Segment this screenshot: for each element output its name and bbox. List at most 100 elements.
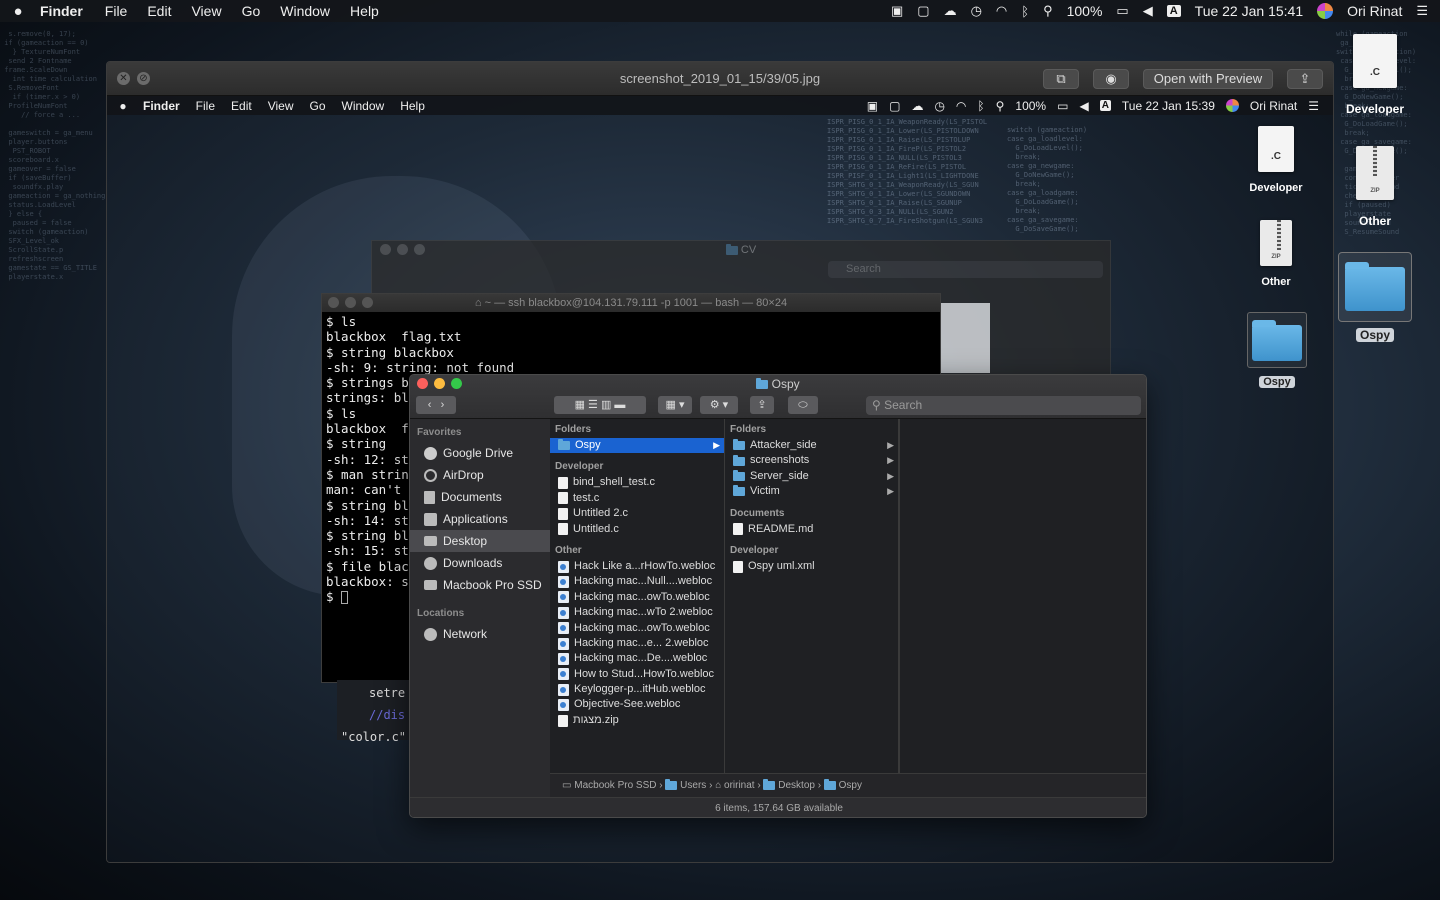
- list-item: Untitled 2.c: [550, 506, 724, 521]
- finder-window: Ospy ‹ › ▦ ☰ ▥ ▬ ▦ ▾ ⚙ ▾ ⇪ ⬭ ⚲ Search Fa…: [409, 374, 1147, 818]
- group-by-icon: ▦ ▾: [658, 396, 692, 414]
- c-file-icon: .C: [1353, 34, 1397, 88]
- search-icon[interactable]: ⚲: [1043, 3, 1053, 19]
- screen-icon[interactable]: ▢: [917, 3, 929, 19]
- chevron-right-icon: ▶: [887, 455, 894, 466]
- network-globe-icon: [424, 627, 437, 641]
- list-item: README.md: [725, 522, 898, 537]
- finder-toolbar: Ospy ‹ › ▦ ☰ ▥ ▬ ▦ ▾ ⚙ ▾ ⇪ ⬭ ⚲ Search: [410, 375, 1146, 419]
- list-item: Victim ▶: [725, 484, 898, 499]
- inner-menu-window: Window: [341, 98, 385, 113]
- documents-icon: [424, 490, 435, 504]
- screenshot-image: ISPR_PISG_0_1_IA_WeaponReady(LS_PISTOL I…: [107, 96, 1333, 862]
- list-item: Hacking mac...Null....webloc: [550, 574, 724, 589]
- webloc-icon: [558, 560, 569, 573]
- column-header-folders: Folders: [730, 424, 767, 435]
- share-icon[interactable]: ⇪: [1287, 69, 1323, 89]
- c-file-icon: [558, 523, 568, 536]
- menu-window[interactable]: Window: [280, 3, 330, 19]
- home-icon: ⌂: [715, 780, 725, 791]
- webloc-icon: [558, 606, 569, 619]
- xml-file-icon: [733, 560, 743, 573]
- sidebar-item-applications: Applications: [410, 508, 550, 530]
- column-header-other: Other: [555, 544, 582, 556]
- downloads-icon: [424, 556, 437, 570]
- list-item: Hacking mac...owTo.webloc: [550, 590, 724, 605]
- path-segment: oririnat: [724, 780, 755, 791]
- finder-column-ospy-parent: Folders Ospy ▶ Developer bind_shell_test.…: [550, 419, 725, 773]
- user-avatar-icon[interactable]: [1317, 3, 1334, 19]
- path-segment: Desktop: [778, 780, 815, 791]
- menu-go[interactable]: Go: [242, 3, 261, 19]
- preview-window: ✕ ⊘ screenshot_2019_01_15/39/05.jpg ⧉ ◉ …: [106, 61, 1334, 863]
- list-item: screenshots ▶: [725, 453, 898, 468]
- share-screen-icon[interactable]: ⧉: [1043, 69, 1079, 89]
- webloc-icon: [558, 637, 569, 650]
- input-source-indicator[interactable]: A: [1166, 5, 1181, 17]
- notification-icon[interactable]: ▣: [891, 3, 903, 19]
- battery-percent[interactable]: 100%: [1067, 3, 1103, 19]
- menu-edit[interactable]: Edit: [147, 3, 171, 19]
- menu-clock[interactable]: Tue 22 Jan 15:41: [1195, 3, 1303, 19]
- terminal-line: blackbox flag.txt: [326, 329, 462, 345]
- wifi-icon[interactable]: ◠: [996, 3, 1007, 19]
- list-item: Hack Like a...rHowTo.webloc: [550, 559, 724, 574]
- terminal-cursor: [341, 591, 349, 605]
- notification-center-icon[interactable]: ☰: [1416, 3, 1428, 19]
- c-file-icon: [558, 492, 568, 505]
- inner-desktop-icon-developer: .C Developer: [1241, 126, 1311, 194]
- c-file-icon: [558, 477, 568, 490]
- sidebar-header-locations: Locations: [417, 608, 465, 619]
- inner-menu-help: Help: [400, 98, 425, 113]
- airdrop-icon: [424, 468, 437, 482]
- apple-menu-icon[interactable]: ●: [0, 3, 36, 20]
- cloud-upload-icon[interactable]: ☁: [944, 3, 957, 19]
- applications-icon: [424, 512, 437, 526]
- webloc-icon: [558, 652, 569, 665]
- desktop-icon-developer[interactable]: .C Developer: [1340, 34, 1410, 116]
- inner-battery-percent: 100%: [1015, 98, 1047, 113]
- inner-desktop-icon-ospy: [1247, 312, 1307, 368]
- list-item: Ospy uml.xml: [725, 559, 898, 574]
- inner-menu-edit: Edit: [231, 98, 252, 113]
- menu-help[interactable]: Help: [350, 3, 379, 19]
- menu-view[interactable]: View: [191, 3, 221, 19]
- desktop-icon-ospy[interactable]: [1338, 252, 1412, 322]
- markdown-file-icon: [733, 523, 743, 536]
- open-with-preview-button[interactable]: Open with Preview: [1143, 69, 1273, 89]
- finder-title: Ospy: [410, 377, 1146, 391]
- desktop-icon-other[interactable]: ZIP Other: [1340, 146, 1410, 228]
- cv-document-thumbnail: [940, 303, 990, 373]
- desktop-icon-label: Other: [1358, 214, 1391, 228]
- markup-icon[interactable]: ◉: [1093, 69, 1129, 89]
- inner-search-icon: ⚲: [995, 98, 1005, 113]
- sidebar-item-downloads: Downloads: [410, 552, 550, 574]
- desktop-icon-ospy-label: Ospy: [1338, 324, 1412, 342]
- finder-title-text: Ospy: [771, 377, 800, 391]
- home-folder-icon: ⌂: [474, 297, 485, 309]
- list-item-ospy-folder: Ospy ▶: [550, 438, 724, 454]
- menu-file[interactable]: File: [105, 3, 128, 19]
- folder-icon: [763, 778, 776, 790]
- time-machine-icon[interactable]: ◷: [971, 3, 982, 19]
- tag-icon: ⬭: [788, 396, 818, 414]
- inner-screen-icon: ▢: [889, 98, 901, 113]
- sidebar-item-macbook-pro-ssd: Macbook Pro SSD: [410, 574, 550, 596]
- menu-app-name[interactable]: Finder: [40, 3, 83, 19]
- webloc-icon: [558, 668, 569, 681]
- minimize-icon: [397, 244, 408, 255]
- battery-icon[interactable]: ▭: [1116, 3, 1128, 19]
- terminal-line: -sh: 9: string: not found: [326, 359, 515, 375]
- google-drive-icon: [424, 446, 437, 460]
- inner-user-name: Ori Rinat: [1249, 98, 1298, 113]
- terminal-line: $ string blackbox: [326, 344, 454, 360]
- bluetooth-icon[interactable]: ᛒ: [1021, 4, 1029, 19]
- volume-icon[interactable]: ◀: [1143, 3, 1153, 19]
- sidebar-item-airdrop: AirDrop: [410, 464, 550, 486]
- status-area: ▣ ▢ ☁ ◷ ◠ ᛒ ⚲ 100% ▭ ◀ A Tue 22 Jan 15:4…: [891, 0, 1428, 22]
- share-icon: ⇪: [750, 396, 774, 414]
- path-segment: Macbook Pro SSD: [574, 780, 657, 791]
- column-header-documents: Documents: [730, 507, 785, 519]
- user-name[interactable]: Ori Rinat: [1347, 3, 1402, 19]
- inner-bluetooth-icon: ᛒ: [977, 98, 985, 113]
